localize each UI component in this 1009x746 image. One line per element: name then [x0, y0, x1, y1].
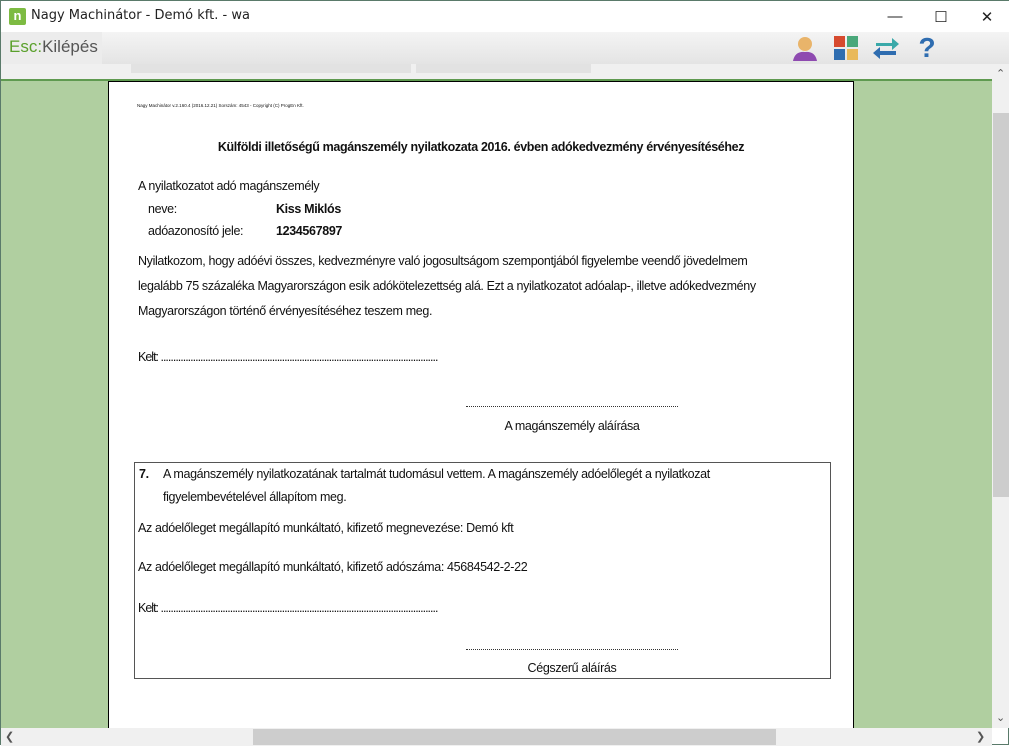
- section-text: figyelembevételével állapítom meg.: [163, 490, 347, 504]
- window-title: Nagy Machinátor - Demó kft. - wa: [31, 8, 250, 23]
- navigation-bar: [1, 64, 1009, 79]
- section-number: 7.: [139, 467, 149, 481]
- horizontal-scroll-thumb[interactable]: [253, 729, 776, 745]
- minimize-button[interactable]: —: [872, 1, 918, 32]
- kelt-line: Kelt: ..................................…: [138, 350, 438, 364]
- document-view: Nagy Machinátor v.2.160.4 (2016.12.21) S…: [1, 79, 992, 728]
- maximize-button[interactable]: ☐: [918, 1, 964, 32]
- paragraph-line: Nyilatkozom, hogy adóévi összes, kedvezm…: [138, 254, 748, 268]
- doc-title: Külföldi illetőségű magánszemély nyilatk…: [217, 140, 745, 154]
- company-signature-line: [466, 649, 678, 650]
- name-label: neve:: [148, 202, 177, 216]
- switch-icon[interactable]: [867, 34, 905, 62]
- taxid-label: adóazonosító jele:: [148, 224, 244, 238]
- section-text: A magánszemély nyilatkozatának tartalmát…: [163, 467, 710, 481]
- close-button[interactable]: ✕: [964, 1, 1009, 32]
- paragraph-line: legalább 75 százaléka Magyarországon esi…: [138, 279, 756, 293]
- vertical-scroll-thumb[interactable]: [993, 113, 1009, 497]
- esc-key-label: Esc:: [9, 37, 43, 56]
- exit-button[interactable]: Esc:Kilépés: [1, 32, 102, 64]
- employer-name: Az adóelőleget megállapító munkáltató, k…: [138, 521, 514, 535]
- scroll-right-icon[interactable]: ❯: [976, 730, 985, 743]
- taxid-value: 1234567897: [276, 224, 343, 238]
- name-value: Kiss Miklós: [276, 202, 341, 216]
- employer-taxno: Az adóelőleget megállapító munkáltató, k…: [138, 560, 528, 574]
- modules-icon[interactable]: [827, 34, 865, 62]
- help-icon[interactable]: ?: [908, 32, 946, 63]
- doc-header: Nagy Machinátor v.2.160.4 (2016.12.21) S…: [137, 103, 304, 108]
- signature-label: A magánszemély aláírása: [504, 419, 640, 433]
- section-7-box: 7. A magánszemély nyilatkozatának tartal…: [134, 462, 831, 679]
- paragraph-line: Magyarországon történő érvényesítéséhez …: [138, 304, 433, 318]
- title-bar: n Nagy Machinátor - Demó kft. - wa — ☐ ✕: [1, 1, 1009, 33]
- scroll-left-icon[interactable]: ❮: [5, 730, 14, 743]
- company-signature-label: Cégszerű aláírás: [527, 661, 617, 675]
- scroll-up-icon[interactable]: ⌃: [996, 67, 1005, 80]
- kelt-line: Kelt: ..................................…: [138, 601, 438, 615]
- exit-label: Kilépés: [42, 37, 98, 56]
- signature-line: [466, 406, 678, 407]
- declarant-label: A nyilatkozatot adó magánszemély: [138, 179, 320, 193]
- user-icon[interactable]: [786, 34, 824, 62]
- document-page: Nagy Machinátor v.2.160.4 (2016.12.21) S…: [108, 81, 854, 728]
- scroll-down-icon[interactable]: ⌄: [996, 711, 1005, 724]
- app-logo-icon: n: [9, 8, 26, 25]
